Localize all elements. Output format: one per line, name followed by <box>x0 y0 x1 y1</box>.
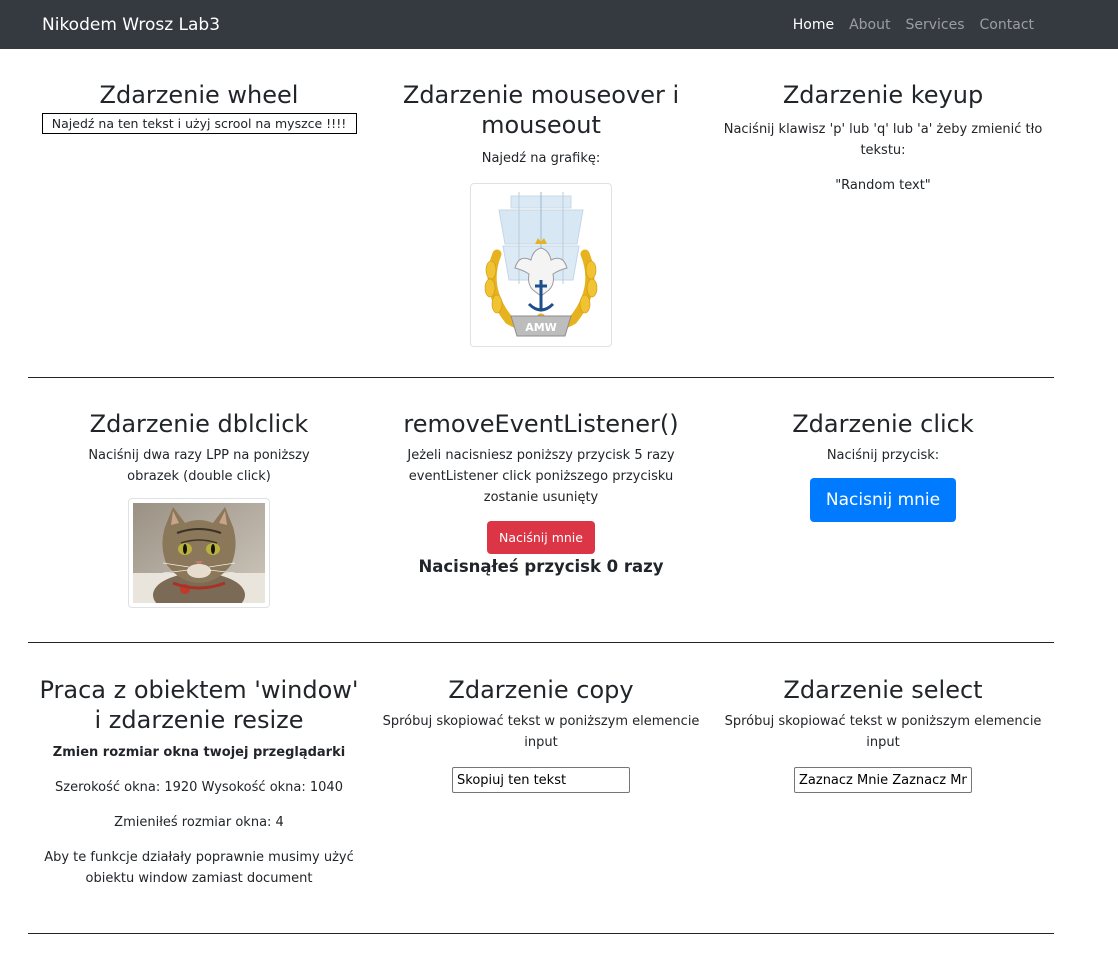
remove-listener-button[interactable]: Naciśnij mnie <box>487 521 595 554</box>
nav-links: Home About Services Contact <box>793 16 1034 34</box>
wheel-section: Zdarzenie wheel Najedź na ten tekst i uż… <box>29 80 369 134</box>
window-title: Praca z obiektem 'window' i zdarzenie re… <box>39 676 359 734</box>
window-section: Praca z obiektem 'window' i zdarzenie re… <box>29 675 369 889</box>
amw-logo-image[interactable]: AMW <box>470 183 612 347</box>
window-note: Aby te funkcje działały poprawnie musimy… <box>44 850 354 886</box>
select-section: Zdarzenie select Spróbuj skopiować tekst… <box>713 675 1053 793</box>
nav-link-about[interactable]: About <box>849 16 890 34</box>
dblclick-section: Zdarzenie dblclick Naciśnij dwa razy LPP… <box>29 409 369 617</box>
navbar: Nikodem Wrosz Lab3 Home About Services C… <box>0 0 1118 49</box>
amw-label: AMW <box>525 321 557 334</box>
nav-link-contact[interactable]: Contact <box>980 16 1034 34</box>
remove-section: removeEventListener() Jeżeli nacisniesz … <box>371 409 711 578</box>
dblclick-title: Zdarzenie dblclick <box>89 410 309 438</box>
copy-input[interactable] <box>452 767 630 793</box>
copy-title: Zdarzenie copy <box>448 676 634 704</box>
wheel-text-box[interactable]: Najedź na ten tekst i użyj scrool na mys… <box>41 113 357 134</box>
click-section: Zdarzenie click Naciśnij przycisk: Nacis… <box>713 409 1053 522</box>
select-title: Zdarzenie select <box>783 676 983 704</box>
mouse-section: Zdarzenie mouseover i mouseout Najedź na… <box>371 80 711 347</box>
select-text: Spróbuj skopiować tekst w poniższym elem… <box>724 714 1042 750</box>
window-resize-hint: Zmien rozmiar okna twojej przeglądarki <box>52 745 346 760</box>
cat-photo-icon <box>133 503 265 617</box>
window-resize-count: Zmieniłeś rozmiar okna: 4 <box>114 815 284 830</box>
keyup-section: Zdarzenie keyup Naciśnij klawisz 'p' lub… <box>713 80 1053 196</box>
keyup-text: Naciśnij klawisz 'p' lub 'q' lub 'a' żeb… <box>723 122 1043 158</box>
divider-3 <box>28 933 1054 934</box>
copy-section: Zdarzenie copy Spróbuj skopiować tekst w… <box>371 675 711 793</box>
click-button[interactable]: Nacisnij mnie <box>809 478 957 522</box>
remove-title: removeEventListener() <box>403 410 679 438</box>
mouse-text: Najedź na grafikę: <box>481 151 601 166</box>
dblclick-text: Naciśnij dwa razy LPP na poniższy obraze… <box>88 448 310 484</box>
keyup-title: Zdarzenie keyup <box>782 81 984 109</box>
cat-image[interactable] <box>128 498 270 617</box>
amw-emblem-icon: AMW <box>484 192 598 337</box>
remove-text: Jeżeli nacisniesz poniższy przycisk 5 ra… <box>407 448 675 505</box>
click-counter: Nacisnąłeś przycisk 0 razy <box>418 557 664 576</box>
nav-link-services[interactable]: Services <box>905 16 964 34</box>
keyup-random-text: "Random text" <box>835 178 931 193</box>
select-input[interactable] <box>794 767 972 793</box>
click-text: Naciśnij przycisk: <box>826 448 940 463</box>
click-title: Zdarzenie click <box>792 410 974 438</box>
nav-link-home[interactable]: Home <box>793 16 834 34</box>
wheel-title: Zdarzenie wheel <box>99 81 299 109</box>
window-size-text: Szerokość okna: 1920 Wysokość okna: 1040 <box>55 780 343 795</box>
divider-2 <box>28 642 1054 643</box>
mouse-title: Zdarzenie mouseover i mouseout <box>402 81 680 139</box>
copy-text: Spróbuj skopiować tekst w poniższym elem… <box>382 714 700 750</box>
divider-1 <box>28 377 1054 378</box>
navbar-brand[interactable]: Nikodem Wrosz Lab3 <box>42 13 220 37</box>
